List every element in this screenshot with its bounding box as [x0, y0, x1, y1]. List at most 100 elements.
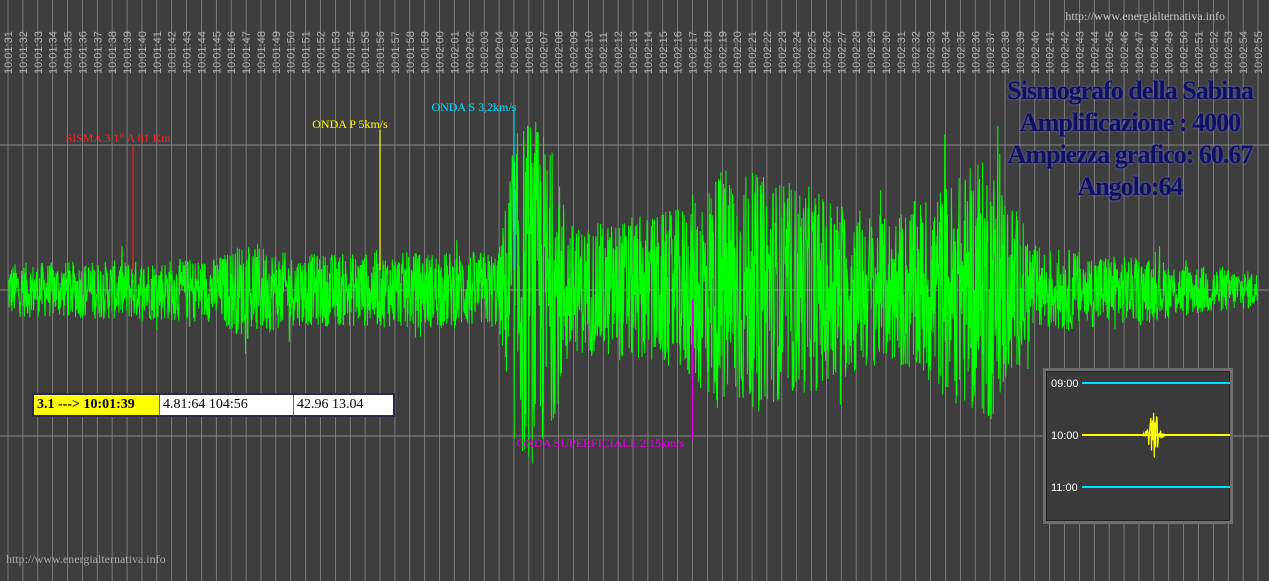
time-tick-label: 10:01:47 — [241, 31, 253, 74]
title-line-2: Amplificazione : 4000 — [1019, 108, 1241, 137]
time-tick-label: 10:02:00 — [435, 31, 447, 74]
time-tick-label: 10:02:06 — [524, 31, 536, 74]
website-watermark-bottom: http://www.energialternativa.info — [6, 552, 166, 566]
time-tick-label: 10:01:43 — [182, 31, 194, 74]
time-tick-label: 10:02:36 — [970, 31, 982, 74]
time-tick-label: 10:02:53 — [1223, 31, 1235, 74]
time-tick-label: 10:01:46 — [226, 31, 238, 74]
time-tick-label: 10:02:32 — [911, 31, 923, 74]
time-tick-label: 10:02:03 — [479, 31, 491, 74]
time-tick-label: 10:02:11 — [598, 32, 610, 74]
time-tick-label: 10:01:51 — [301, 31, 313, 74]
title-line-1: Sismografo della Sabina — [1007, 76, 1254, 105]
time-tick-label: 10:02:38 — [1000, 31, 1012, 74]
time-tick-label: 10:01:57 — [390, 31, 402, 74]
time-tick-label: 10:02:31 — [896, 31, 908, 74]
time-tick-label: 10:01:36 — [77, 31, 89, 74]
time-tick-label: 10:01:38 — [107, 31, 119, 74]
time-tick-label: 10:02:22 — [762, 31, 774, 74]
time-tick-label: 10:02:04 — [494, 31, 506, 74]
time-tick-label: 10:02:27 — [836, 31, 848, 74]
time-tick-label: 10:02:15 — [658, 31, 670, 74]
time-tick-label: 10:01:56 — [375, 31, 387, 74]
time-tick-label: 10:01:54 — [345, 31, 357, 74]
time-tick-label: 10:02:05 — [509, 31, 521, 74]
title-block: Sismografo della Sabina Amplificazione :… — [1000, 76, 1260, 202]
time-tick-label: 10:01:53 — [330, 31, 342, 74]
time-tick-label: 10:02:45 — [1104, 31, 1116, 74]
coordinates-cell: 42.96 13.04 — [297, 397, 364, 412]
time-tick-label: 10:02:43 — [1074, 31, 1086, 74]
time-tick-label: 10:02:16 — [673, 31, 685, 74]
seismograph-panel: 10:01:31 10:01:32 10:01:33 10:01:34 10:01:35… — [0, 0, 1269, 581]
time-tick-label: 10:02:25 — [807, 31, 819, 74]
time-tick-label: 10:02:02 — [464, 31, 476, 74]
time-tick-label: 10:02:01 — [449, 31, 461, 74]
time-tick-label: 10:02:09 — [568, 31, 580, 74]
wave-marker-label: SISMA 3.1° A 81 Km — [65, 131, 171, 145]
time-tick-label: 10:01:33 — [33, 31, 45, 74]
time-tick-label: 10:01:41 — [152, 31, 164, 74]
title-line-3: Ampiezza grafico: 60.67 — [1007, 140, 1254, 169]
time-tick-label: 10:02:26 — [821, 31, 833, 74]
time-tick-label: 10:01:59 — [420, 31, 432, 74]
mini-time-label: 11:00 — [1051, 482, 1078, 494]
time-tick-label: 10:02:34 — [941, 31, 953, 74]
event-info-box: 3.1 ---> 10:01:39 4.81:64 104:56 42.96 1… — [32, 393, 395, 417]
title-line-4: Angolo:64 — [1077, 172, 1183, 201]
time-tick-label: 10:01:34 — [48, 31, 60, 74]
time-tick-label: 10:02:39 — [1015, 31, 1027, 74]
mini-time-label: 09:00 — [1051, 378, 1079, 390]
time-tick-label: 10:02:10 — [583, 31, 595, 74]
time-tick-label: 10:02:48 — [1149, 31, 1161, 74]
time-tick-label: 10:02:28 — [851, 31, 863, 74]
time-tick-label: 10:01:40 — [137, 31, 149, 74]
time-tick-label: 10:02:18 — [702, 31, 714, 74]
time-tick-label: 10:01:32 — [18, 31, 30, 74]
time-tick-label: 10:02:44 — [1089, 31, 1101, 74]
time-tick-label: 10:01:48 — [256, 31, 268, 74]
time-tick-label: 10:02:30 — [881, 31, 893, 74]
time-tick-label: 10:02:51 — [1193, 31, 1205, 74]
time-tick-label: 10:02:40 — [1030, 31, 1042, 74]
time-tick-label: 10:01:39 — [122, 31, 134, 74]
magnitude-time-cell: 3.1 ---> 10:01:39 — [34, 395, 160, 415]
time-tick-label: 10:01:50 — [286, 31, 298, 74]
wave-marker-label: ONDA SUPERFICIALE 2,15km/s — [517, 436, 685, 450]
time-tick-label: 10:01:37 — [92, 31, 104, 74]
mini-time-label: 10:00 — [1051, 430, 1079, 442]
time-tick-label: 10:02:20 — [732, 31, 744, 74]
time-tick-label: 10:01:42 — [167, 31, 179, 74]
time-tick-label: 10:02:08 — [554, 31, 566, 74]
time-tick-label: 10:02:29 — [866, 31, 878, 74]
time-tick-label: 10:02:12 — [613, 31, 625, 74]
time-tick-label: 10:01:44 — [196, 31, 208, 74]
time-tick-label: 10:02:07 — [539, 31, 551, 74]
time-tick-label: 10:02:42 — [1060, 31, 1072, 74]
website-watermark-top: http://www.energialternativa.info — [1065, 9, 1225, 23]
mini-overview-chart: 09:00 10:00 11:00 — [1043, 368, 1233, 524]
time-tick-label: 10:02:24 — [792, 31, 804, 74]
time-tick-label: 10:02:52 — [1208, 31, 1220, 74]
time-tick-label: 10:02:33 — [926, 31, 938, 74]
time-tick-label: 10:02:35 — [955, 31, 967, 74]
time-tick-label: 10:02:47 — [1134, 31, 1146, 74]
time-tick-label: 10:02:21 — [747, 31, 759, 74]
wave-marker-label: ONDA P 5km/s — [312, 117, 388, 131]
time-tick-label: 10:01:45 — [211, 31, 223, 74]
time-tick-label: 10:02:17 — [688, 31, 700, 74]
time-tick-label: 10:01:55 — [360, 31, 372, 74]
time-tick-label: 10:02:55 — [1253, 31, 1265, 74]
time-tick-label: 10:02:19 — [717, 31, 729, 74]
time-tick-label: 10:01:31 — [3, 31, 15, 74]
time-tick-label: 10:02:37 — [985, 31, 997, 74]
distance-cell: 4.81:64 104:56 — [160, 395, 294, 415]
time-tick-label: 10:01:35 — [63, 31, 75, 74]
time-tick-label: 10:02:50 — [1179, 31, 1191, 74]
time-tick-label: 10:02:41 — [1045, 31, 1057, 74]
time-tick-label: 10:02:54 — [1238, 31, 1250, 74]
time-tick-label: 10:02:13 — [628, 31, 640, 74]
time-tick-label: 10:02:46 — [1119, 31, 1131, 74]
wave-marker-label: ONDA S 3,2km/s — [431, 100, 516, 114]
time-tick-label: 10:02:23 — [777, 31, 789, 74]
